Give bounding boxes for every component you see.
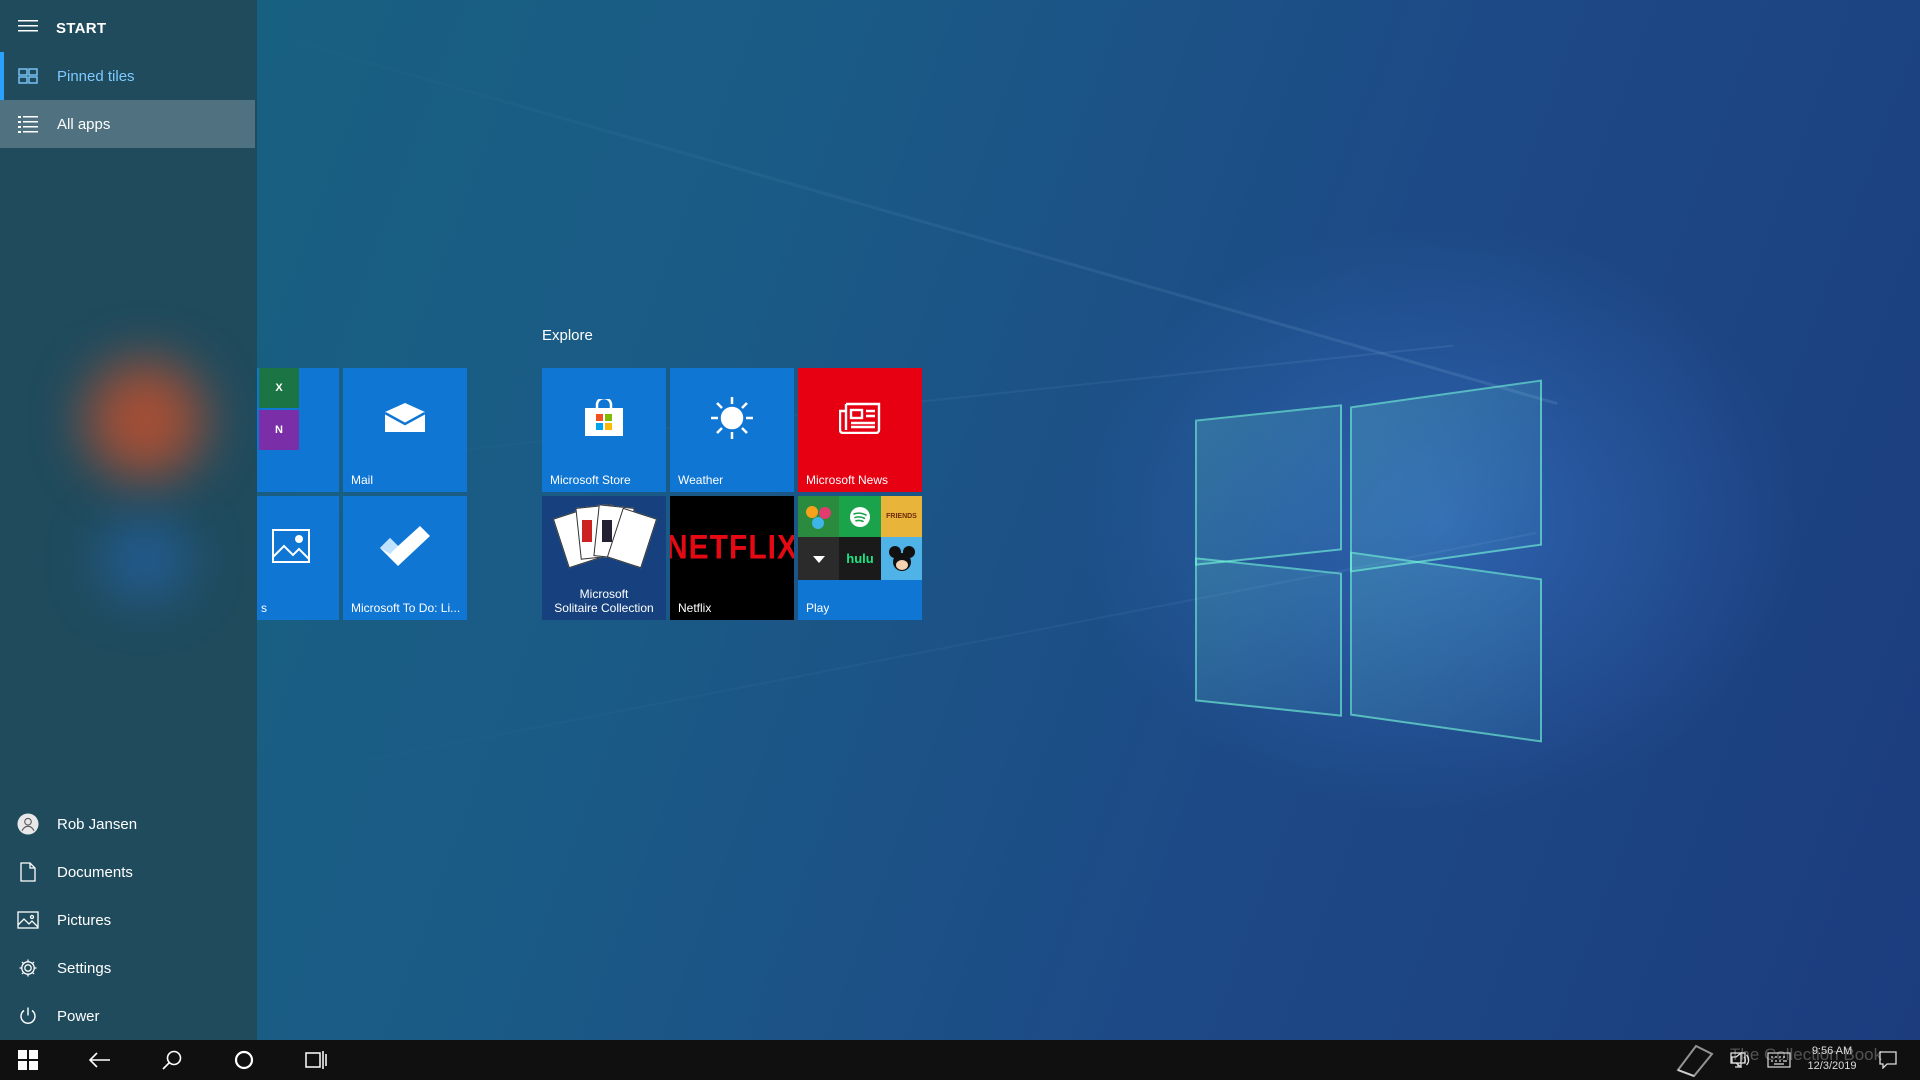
nav-label: Power	[57, 1007, 100, 1025]
tile-label: s	[261, 601, 267, 615]
tile-play[interactable]: FRIENDS hulu Play	[798, 496, 922, 620]
hulu-icon: hulu	[839, 537, 881, 580]
nav-label: Pinned tiles	[57, 67, 135, 85]
nav-documents[interactable]: Documents	[0, 848, 255, 896]
start-title: START	[56, 19, 107, 37]
windows-logo-pane	[1350, 379, 1542, 573]
spotify-icon	[839, 496, 881, 537]
hamburger-menu-icon[interactable]	[18, 18, 38, 39]
nav-label: Settings	[57, 959, 112, 977]
tile-photos[interactable]: s	[257, 496, 339, 620]
nav-pinned-tiles[interactable]: Pinned tiles	[0, 52, 255, 100]
windows-icon	[18, 1050, 38, 1070]
user-name: Rob Jansen	[57, 815, 138, 833]
store-bag-icon	[542, 368, 666, 468]
tile-office[interactable]: W X P N	[257, 368, 339, 492]
tile-label: Microsoft Solitaire Collection	[554, 587, 654, 615]
disney-game-icon	[881, 537, 922, 580]
tile-mail[interactable]: Mail	[343, 368, 467, 492]
back-button[interactable]	[76, 1040, 124, 1080]
tile-group-left-clip: W X P N s	[257, 368, 339, 620]
cortana-icon	[234, 1050, 254, 1070]
onenote-icon: N	[259, 410, 299, 450]
tile-label: Play	[806, 601, 830, 615]
start-header: START	[0, 8, 257, 48]
list-icon	[17, 113, 39, 135]
search-icon	[162, 1050, 182, 1070]
tile-microsoft-store[interactable]: Microsoft Store	[542, 368, 666, 492]
tile-microsoft-news[interactable]: Microsoft News	[798, 368, 922, 492]
taskbar: 9:56 AM 12/3/2019	[0, 1040, 1920, 1080]
nav-label: Documents	[57, 863, 133, 881]
windows-logo-pane	[1195, 404, 1342, 566]
start-button[interactable]	[4, 1040, 52, 1080]
windows-logo-pane	[1350, 551, 1542, 743]
movies-app-icon	[798, 537, 839, 580]
task-view-icon	[305, 1051, 327, 1069]
tile-label: Microsoft To Do: Li...	[351, 601, 461, 615]
search-button[interactable]	[148, 1040, 196, 1080]
tile-todo[interactable]: Microsoft To Do: Li...	[343, 496, 467, 620]
tile-weather[interactable]: Weather	[670, 368, 794, 492]
tile-label: Microsoft Store	[550, 473, 631, 487]
nav-power[interactable]: Power	[0, 992, 255, 1040]
sun-icon	[670, 368, 794, 468]
candy-crush-icon	[798, 496, 839, 537]
light-beam	[259, 30, 1558, 405]
blur-blob	[100, 520, 190, 600]
nav-settings[interactable]: Settings	[0, 944, 255, 992]
power-icon	[17, 1005, 39, 1027]
watermark-text: The Collection Book	[1730, 1045, 1883, 1064]
cortana-button[interactable]	[220, 1040, 268, 1080]
tiles-icon	[17, 65, 39, 87]
tile-label: Netflix	[678, 601, 712, 615]
back-arrow-icon	[89, 1052, 110, 1068]
newspaper-icon	[798, 368, 922, 468]
netflix-logo: NETFLIX	[670, 528, 794, 567]
tile-label: Mail	[351, 473, 374, 487]
blur-blob	[85, 360, 205, 480]
photos-icon	[257, 496, 339, 596]
playing-cards-icon	[552, 504, 658, 576]
tile-solitaire[interactable]: Microsoft Solitaire Collection	[542, 496, 666, 620]
windows-logo-pane	[1195, 557, 1342, 717]
watermark-book-icon	[1672, 1042, 1716, 1078]
start-menu-sidebar: START Pinned tiles All apps Rob Jansen D…	[0, 0, 257, 1040]
tile-label: Weather	[678, 473, 724, 487]
gear-icon	[17, 957, 39, 979]
document-icon	[17, 861, 39, 883]
tile-label: Microsoft News	[806, 473, 889, 487]
nav-all-apps[interactable]: All apps	[0, 100, 255, 148]
nav-label: Pictures	[57, 911, 112, 929]
tile-netflix[interactable]: NETFLIX Netflix	[670, 496, 794, 620]
group-header-explore[interactable]: Explore	[542, 327, 593, 344]
user-icon	[17, 813, 39, 835]
task-view-button[interactable]	[292, 1040, 340, 1080]
excel-icon: X	[259, 368, 299, 408]
nav-user[interactable]: Rob Jansen	[0, 800, 255, 848]
mail-icon	[343, 368, 467, 468]
friends-game-icon: FRIENDS	[881, 496, 922, 537]
pictures-icon	[17, 909, 39, 931]
nav-label: All apps	[57, 115, 111, 133]
checkmark-icon	[343, 496, 467, 596]
play-apps-grid: FRIENDS hulu	[798, 496, 922, 580]
nav-pictures[interactable]: Pictures	[0, 896, 255, 944]
